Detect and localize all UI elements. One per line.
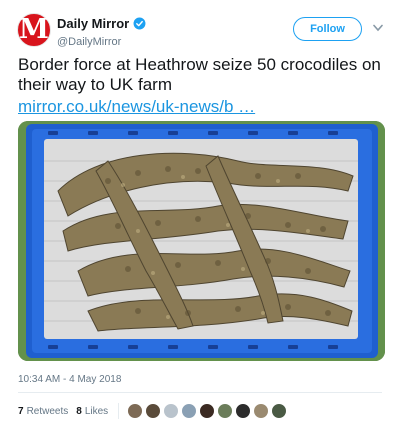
avatar-logo-letter: M [19, 14, 49, 45]
follow-button[interactable]: Follow [293, 17, 362, 41]
tweet-text: Border force at Heathrow seize 50 crocod… [18, 55, 381, 94]
stats-separator [118, 403, 120, 419]
liker-avatar[interactable] [163, 403, 180, 419]
crocodiles-in-crate-photo [18, 121, 385, 361]
retweets-count: 7 [18, 405, 24, 417]
display-name-row[interactable]: Daily Mirror [57, 16, 146, 31]
engagement-stats: 7 Retweets 8 Likes [18, 401, 288, 421]
tweet-link[interactable]: mirror.co.uk/news/uk-news/b … [18, 97, 255, 117]
display-name[interactable]: Daily Mirror [57, 16, 129, 31]
tweet-timestamp[interactable]: 10:34 AM - 4 May 2018 [18, 374, 121, 385]
liker-avatar[interactable] [145, 403, 162, 419]
liker-avatar[interactable] [199, 403, 216, 419]
avatar[interactable]: M [17, 13, 51, 47]
liker-avatar[interactable] [217, 403, 234, 419]
tweet-media-photo[interactable] [18, 121, 385, 361]
liker-avatars [127, 403, 288, 419]
likes-count: 8 [76, 405, 82, 417]
divider [18, 392, 382, 393]
likes-stat[interactable]: 8 Likes [76, 406, 108, 417]
user-handle[interactable]: @DailyMirror [57, 36, 146, 48]
liker-avatar[interactable] [253, 403, 270, 419]
tweet-card: M Daily Mirror @DailyMirror Follow Borde… [0, 0, 400, 425]
liker-avatar[interactable] [271, 403, 288, 419]
likes-label: Likes [84, 405, 109, 417]
author-block[interactable]: Daily Mirror @DailyMirror [57, 15, 146, 48]
liker-avatar[interactable] [235, 403, 252, 419]
liker-avatar[interactable] [127, 403, 144, 419]
retweets-stat[interactable]: 7 Retweets [18, 406, 68, 417]
liker-avatar[interactable] [181, 403, 198, 419]
retweets-label: Retweets [26, 405, 69, 417]
verified-badge-icon [133, 17, 146, 30]
chevron-down-icon[interactable] [373, 24, 383, 32]
